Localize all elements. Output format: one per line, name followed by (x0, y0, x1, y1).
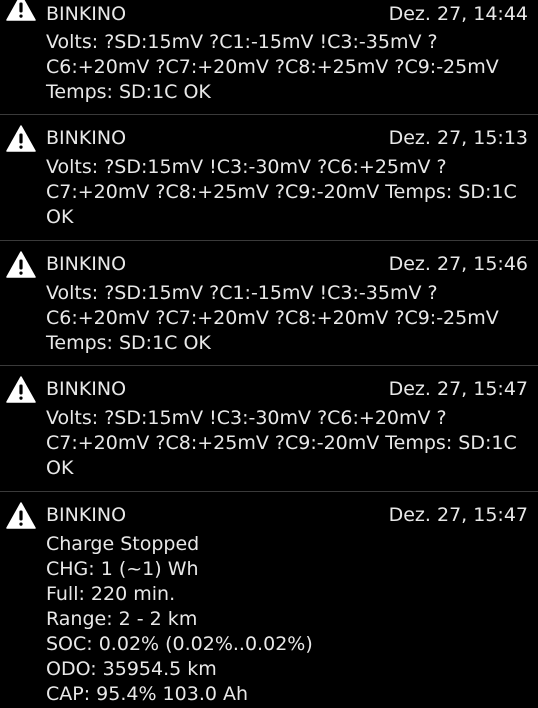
warning-icon (6, 502, 36, 529)
notification-body: Volts: ?SD:15mV ?C1:-15mV !C3:-35mV ? C6… (46, 281, 528, 356)
notification-sender: BINKINO (46, 378, 127, 400)
notification-line: CHG: 1 (~1) Wh (46, 558, 199, 580)
notification-time: Dez. 27, 15:47 (388, 378, 528, 400)
notification-line: CAP: 95.4% 103.0 Ah (46, 683, 249, 705)
notification-line: Temps: SD:1C OK (46, 81, 211, 103)
notification-sender: BINKINO (46, 253, 127, 275)
notification-body: Volts: ?SD:15mV ?C1:-15mV !C3:-35mV ? C6… (46, 30, 528, 105)
notification-body: Volts: ?SD:15mV !C3:-30mV ?C6:+20mV ? C7… (46, 406, 528, 481)
notification-line: OK (46, 206, 74, 228)
notification-line: Volts: ?SD:15mV ?C1:-15mV !C3:-35mV ? (46, 31, 438, 53)
notification-line: C7:+20mV ?C8:+25mV ?C9:-20mV Temps: SD:1… (46, 181, 517, 203)
notification-line: Charge Stopped (46, 533, 200, 555)
notification-line: Full: 220 min. (46, 583, 176, 605)
notification-item[interactable]: BINKINO Dez. 27, 15:46 Volts: ?SD:15mV ?… (0, 241, 538, 366)
notification-item[interactable]: BINKINO Dez. 27, 14:44 Volts: ?SD:15mV ?… (0, 0, 538, 115)
notification-list: BINKINO Dez. 27, 14:44 Volts: ?SD:15mV ?… (0, 0, 538, 708)
notification-line: C7:+20mV ?C8:+25mV ?C9:-20mV Temps: SD:1… (46, 432, 517, 454)
notification-time: Dez. 27, 15:13 (388, 127, 528, 149)
notification-item[interactable]: BINKINO Dez. 27, 15:13 Volts: ?SD:15mV !… (0, 115, 538, 241)
warning-icon (6, 125, 36, 152)
notification-line: C6:+20mV ?C7:+20mV ?C8:+25mV ?C9:-25mV (46, 56, 499, 78)
notification-sender: BINKINO (46, 127, 127, 149)
notification-sender: BINKINO (46, 504, 127, 526)
warning-icon (6, 251, 36, 278)
notification-line: ODO: 35954.5 km (46, 658, 217, 680)
notification-time: Dez. 27, 15:46 (388, 253, 528, 275)
notification-body: Volts: ?SD:15mV !C3:-30mV ?C6:+25mV ? C7… (46, 155, 528, 230)
notification-item[interactable]: BINKINO Dez. 27, 15:47 Charge Stopped CH… (0, 492, 538, 708)
notification-line: Volts: ?SD:15mV !C3:-30mV ?C6:+25mV ? (46, 156, 447, 178)
notification-line: Volts: ?SD:15mV ?C1:-15mV !C3:-35mV ? (46, 282, 438, 304)
notification-time: Dez. 27, 14:44 (388, 3, 528, 25)
notification-line: Range: 2 - 2 km (46, 608, 198, 630)
notification-sender: BINKINO (46, 3, 127, 25)
warning-icon (6, 0, 36, 21)
warning-icon (6, 376, 36, 403)
notification-item[interactable]: BINKINO Dez. 27, 15:47 Volts: ?SD:15mV !… (0, 366, 538, 492)
notification-line: Volts: ?SD:15mV !C3:-30mV ?C6:+20mV ? (46, 407, 447, 429)
notification-time: Dez. 27, 15:47 (388, 504, 528, 526)
notification-line: SOC: 0.02% (0.02%..0.02%) (46, 633, 313, 655)
notification-body: Charge Stopped CHG: 1 (~1) Wh Full: 220 … (46, 532, 528, 707)
notification-line: OK (46, 457, 74, 479)
notification-line: C6:+20mV ?C7:+20mV ?C8:+20mV ?C9:-25mV (46, 307, 499, 329)
notification-line: Temps: SD:1C OK (46, 332, 211, 354)
